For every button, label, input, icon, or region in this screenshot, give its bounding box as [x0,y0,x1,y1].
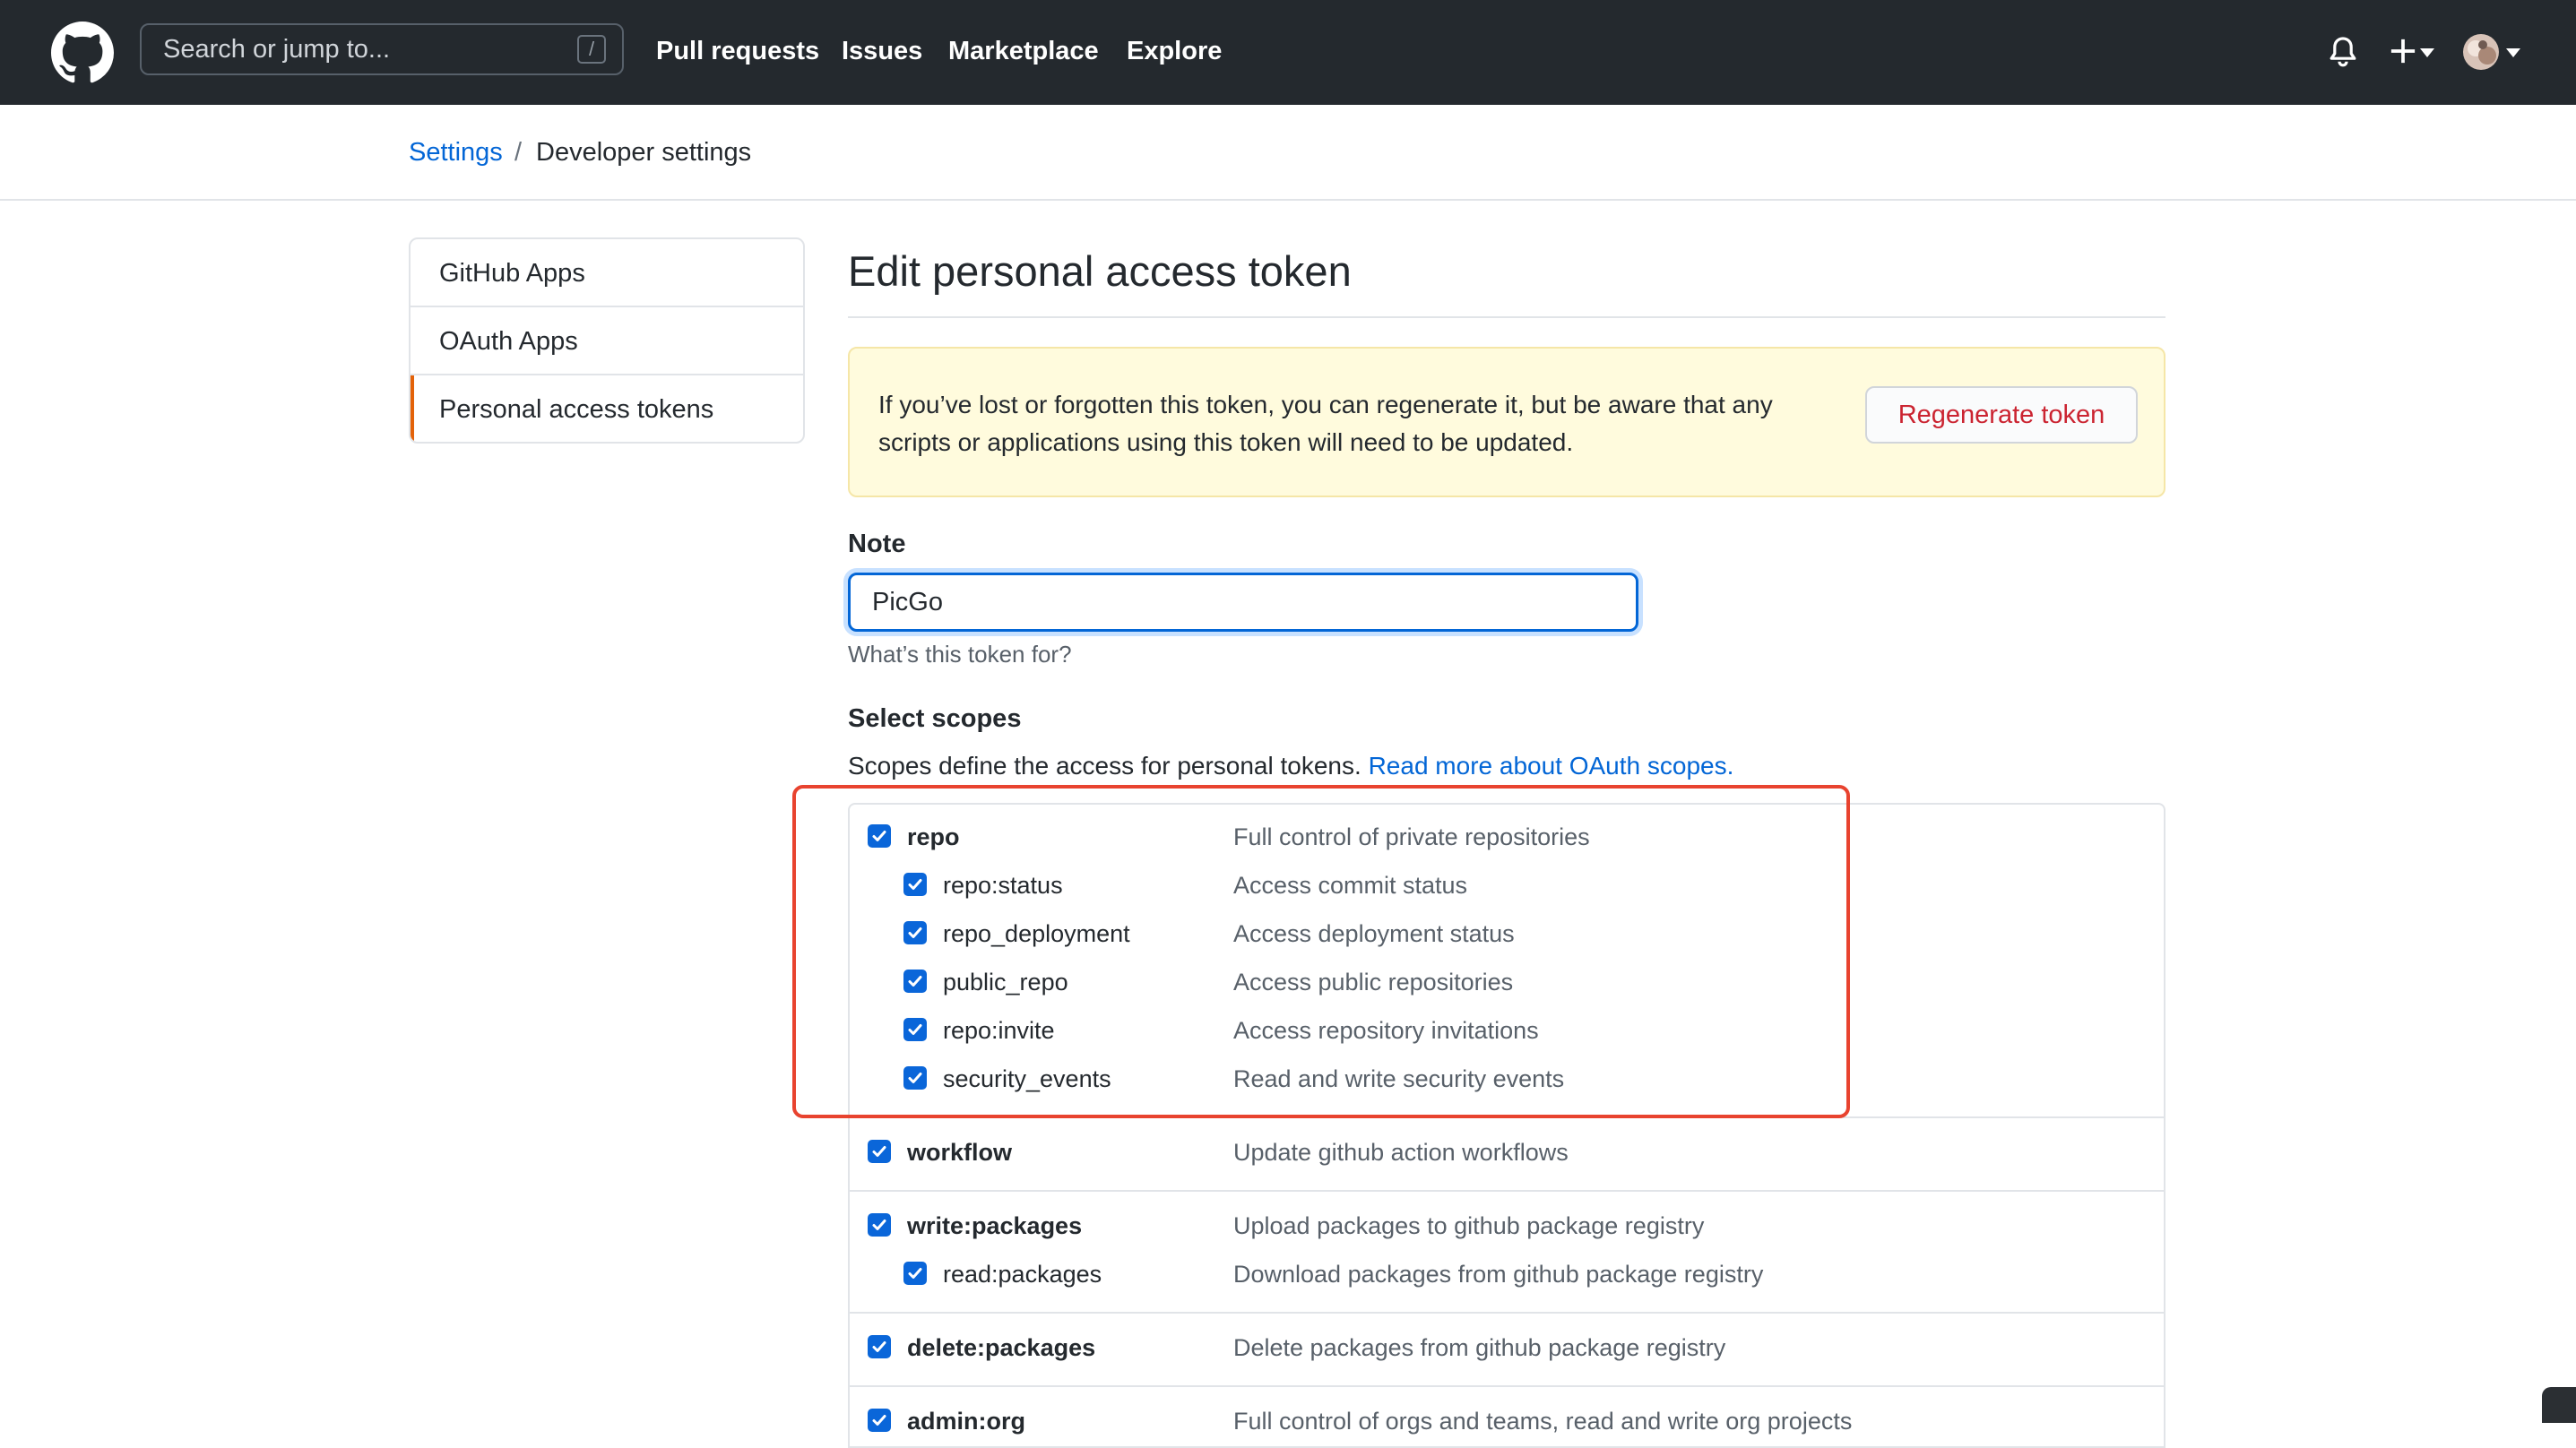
nav-explore[interactable]: Explore [1127,34,1222,68]
repo-scope-highlight-box [792,785,1850,1118]
chevron-down-icon[interactable] [2420,48,2434,57]
scope-group-divider [850,1385,2164,1387]
slash-shortcut-icon: / [577,35,606,64]
note-input[interactable]: PicGo [848,573,1638,632]
nav-issues[interactable]: Issues [842,34,922,68]
scope-row-admin-org: admin:org Full control of orgs and teams,… [850,1405,2164,1441]
page-title: Edit personal access token [848,247,1352,295]
sidebar-item-personal-access-tokens[interactable]: Personal access tokens [411,375,803,442]
corner-chip [2542,1387,2576,1423]
flash-message: If you’ve lost or forgotten this token, … [878,391,1773,456]
sidebar-item-github-apps[interactable]: GitHub Apps [411,239,803,307]
scope-name: admin:org [907,1408,1025,1435]
scope-checkbox-read-packages[interactable] [903,1262,927,1285]
nav-pull-requests[interactable]: Pull requests [656,34,819,68]
global-header: Search or jump to... / Pull requests Iss… [0,0,2576,105]
oauth-scopes-link[interactable]: Read more about OAuth scopes. [1369,752,1734,780]
scope-name: workflow [907,1139,1013,1166]
scope-row-read-packages: read:packages Download packages from gith… [850,1258,2164,1294]
scope-name: write:packages [907,1212,1083,1239]
scope-name: read:packages [943,1261,1102,1288]
search-placeholder: Search or jump to... [163,35,391,64]
note-label: Note [848,530,906,558]
bell-icon[interactable] [2329,36,2357,68]
scope-checkbox-write-packages[interactable] [868,1213,891,1237]
select-scopes-heading: Select scopes [848,704,1022,733]
sidebar-item-oauth-apps[interactable]: OAuth Apps [411,307,803,375]
scope-group-divider [850,1312,2164,1314]
breadcrumb-separator: / [514,138,523,167]
scope-row-delete-packages: delete:packages Delete packages from gith… [850,1332,2164,1367]
scopes-description: Scopes define the access for personal to… [848,750,1733,782]
scope-description: Delete packages from github package regi… [1233,1334,1726,1361]
scope-description: Upload packages to github package regist… [1233,1212,1705,1239]
scope-checkbox-workflow[interactable] [868,1140,891,1163]
scope-checkbox-admin-org[interactable] [868,1409,891,1432]
chevron-down-icon[interactable] [2506,48,2520,57]
nav-marketplace[interactable]: Marketplace [948,34,1099,68]
scope-group-divider [850,1190,2164,1192]
scope-description: Update github action workflows [1233,1139,1569,1166]
scope-row-write-packages: write:packages Upload packages to github … [850,1210,2164,1245]
breadcrumb-current: Developer settings [536,138,752,167]
plus-icon[interactable] [2390,38,2416,65]
avatar[interactable] [2463,34,2499,70]
note-hint: What’s this token for? [848,641,1072,668]
scopes-description-text: Scopes define the access for personal to… [848,752,1361,780]
scope-description: Download packages from github package re… [1233,1261,1764,1288]
scope-checkbox-delete-packages[interactable] [868,1335,891,1358]
regenerate-token-button[interactable]: Regenerate token [1865,386,2138,444]
search-input[interactable]: Search or jump to... / [140,23,624,75]
scope-description: Full control of orgs and teams, read and… [1233,1408,1853,1435]
github-logo-icon[interactable] [51,22,114,84]
scope-row-workflow: workflow Update github action workflows [850,1136,2164,1172]
breadcrumb: Settings / Developer settings [0,105,2576,201]
warning-flash: If you’ve lost or forgotten this token, … [848,347,2165,497]
breadcrumb-settings[interactable]: Settings [409,136,503,168]
scope-name: delete:packages [907,1334,1096,1361]
developer-settings-menu: GitHub Apps OAuth Apps Personal access t… [409,237,805,444]
title-divider [848,316,2165,318]
